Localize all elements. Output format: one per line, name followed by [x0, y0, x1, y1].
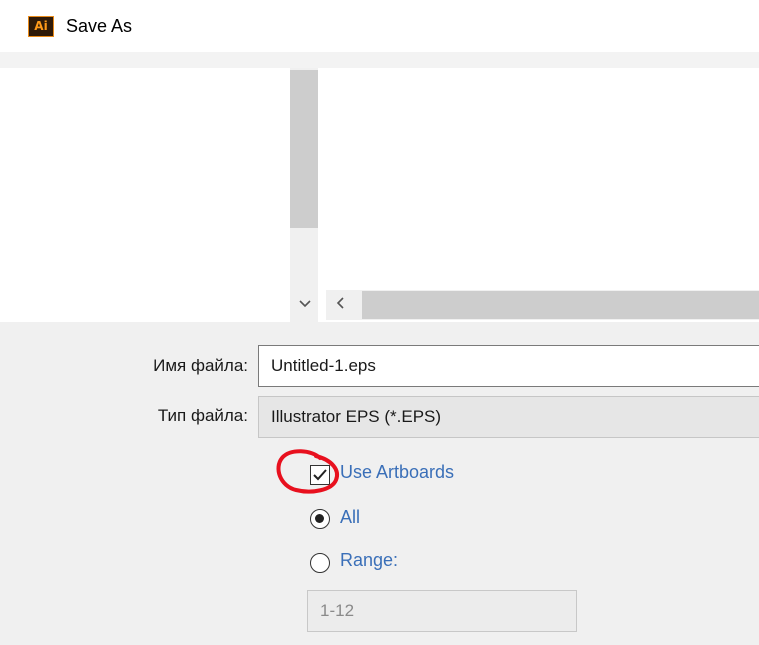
- horizontal-scrollbar-thumb[interactable]: [362, 291, 759, 319]
- file-type-label: Тип файла:: [157, 406, 248, 425]
- title-bar: Ai Save As: [0, 0, 759, 52]
- chevron-left-icon[interactable]: [332, 292, 350, 318]
- range-input[interactable]: 1-12: [307, 590, 577, 632]
- all-label[interactable]: All: [340, 507, 360, 528]
- file-view-area[interactable]: [0, 68, 759, 322]
- range-radio[interactable]: [310, 553, 330, 573]
- vertical-scrollbar-thumb[interactable]: [290, 70, 318, 228]
- file-name-label: Имя файла:: [153, 356, 248, 375]
- red-annotation-circle: [276, 449, 339, 494]
- range-label[interactable]: Range:: [340, 550, 398, 571]
- window-title: Save As: [66, 16, 133, 36]
- chevron-down-icon[interactable]: [296, 294, 314, 316]
- file-name-input[interactable]: Untitled-1.eps: [258, 345, 759, 387]
- title-strip: [0, 52, 759, 68]
- use-artboards-label[interactable]: Use Artboards: [340, 462, 454, 483]
- illustrator-app-icon: Ai: [28, 16, 54, 37]
- radio-selected-dot: [315, 514, 324, 523]
- file-type-select[interactable]: Illustrator EPS (*.EPS): [258, 396, 759, 438]
- all-radio[interactable]: [310, 509, 330, 529]
